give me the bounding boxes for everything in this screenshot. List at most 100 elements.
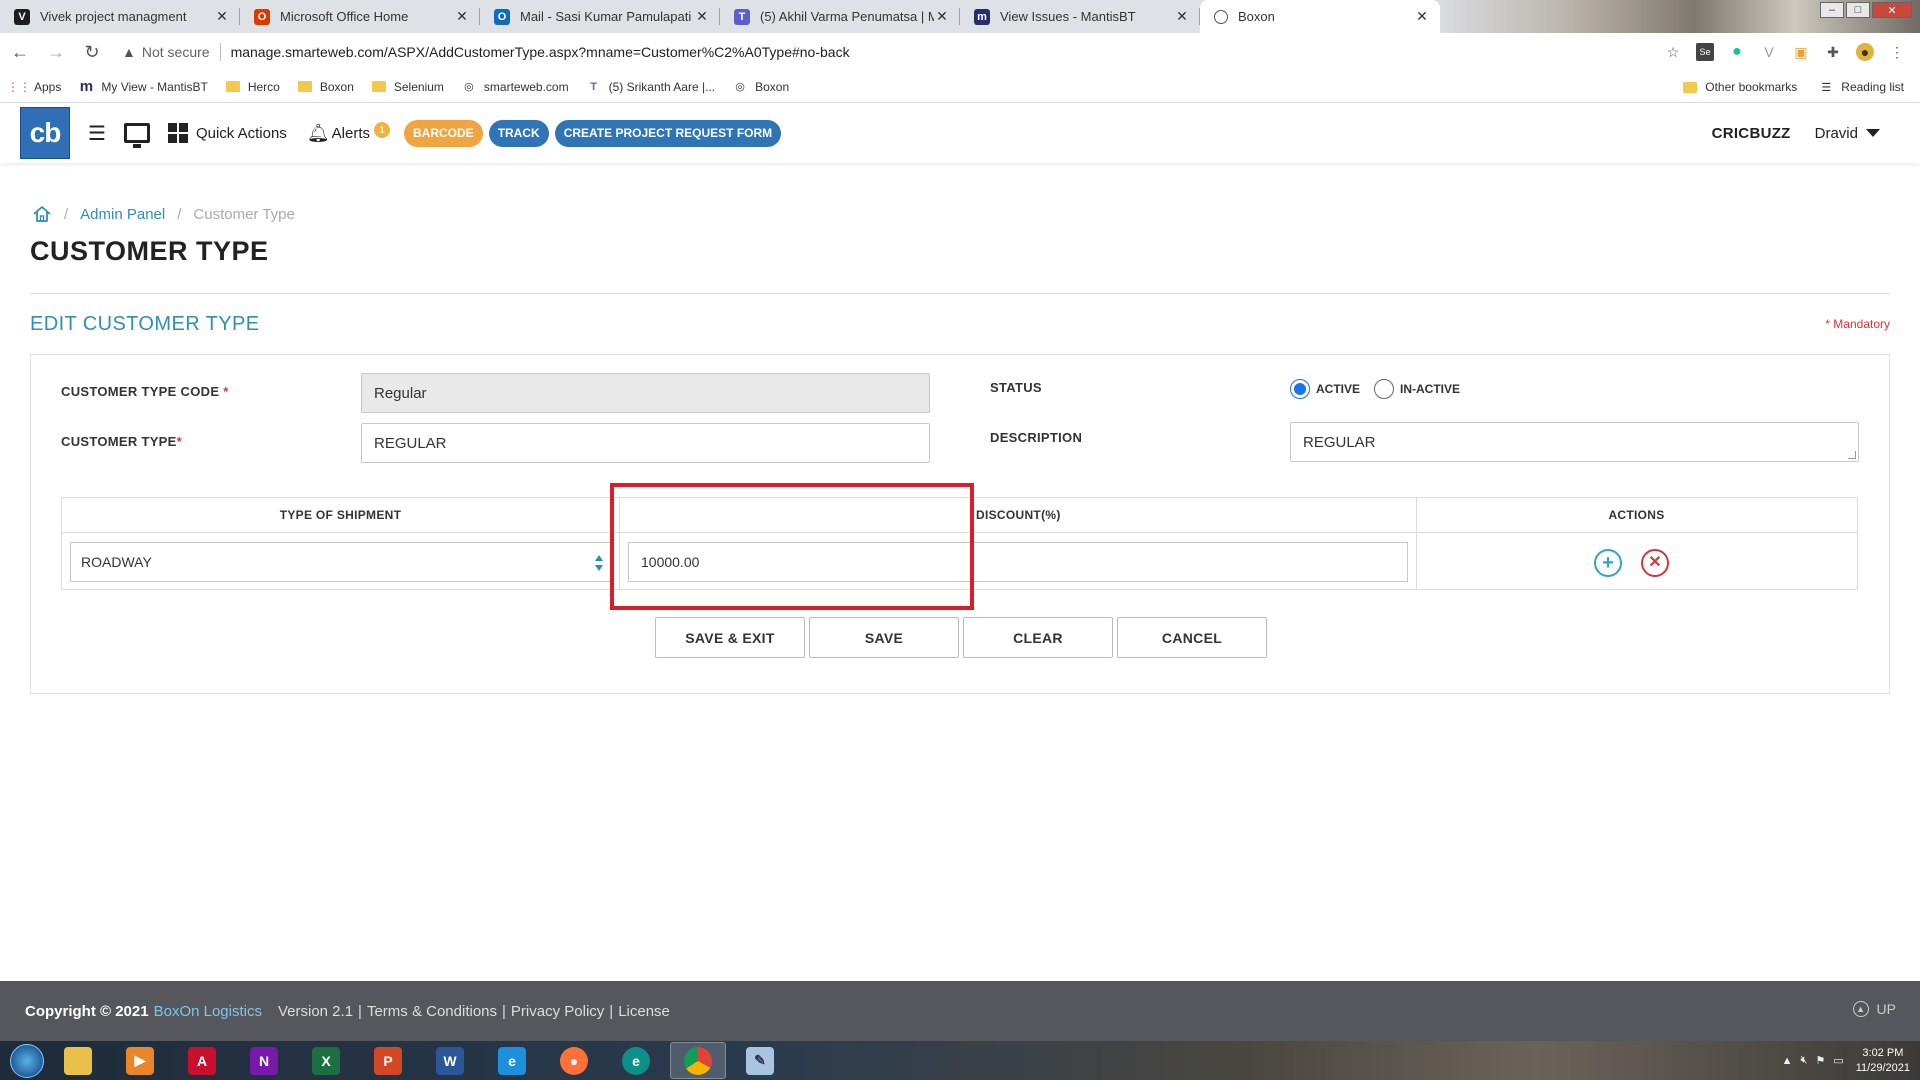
customer-type-label: CUSTOMER TYPE* bbox=[61, 434, 182, 449]
taskbar-powerpoint[interactable]: P bbox=[360, 1042, 416, 1079]
extension-off-icon[interactable]: ▣ bbox=[1792, 43, 1810, 61]
omnibox[interactable]: ▲ Not secure manage.smarteweb.com/ASPX/A… bbox=[116, 37, 1664, 67]
taskbar-chrome[interactable] bbox=[670, 1042, 726, 1079]
bookmark-apps[interactable]: ⋮⋮ Apps bbox=[7, 80, 61, 94]
add-row-plus-icon[interactable]: + bbox=[1594, 549, 1622, 577]
select-arrows-icon bbox=[595, 555, 603, 571]
reading-list[interactable]: ☰ Reading list bbox=[1819, 80, 1904, 94]
bookmark-srikanth[interactable]: T (5) Srikanth Aare |... bbox=[587, 80, 715, 94]
home-icon[interactable] bbox=[32, 204, 52, 224]
monitor-icon[interactable] bbox=[123, 123, 150, 148]
extension-v-icon[interactable]: V bbox=[1760, 43, 1778, 61]
taskbar-explorer[interactable] bbox=[50, 1042, 106, 1079]
volume-muted-icon[interactable]: 🔇︎ bbox=[1801, 1054, 1808, 1067]
teams-favicon-icon: T bbox=[734, 8, 750, 25]
taskbar-firefox[interactable]: ● bbox=[546, 1042, 602, 1079]
extension-selenium-icon[interactable]: Se bbox=[1696, 43, 1714, 61]
clear-button[interactable]: CLEAR bbox=[963, 617, 1113, 658]
browser-menu-icon[interactable]: ⋮ bbox=[1888, 43, 1906, 61]
taskbar-word[interactable]: W bbox=[422, 1042, 478, 1079]
browser-tab[interactable]: V Vivek project managment ✕ bbox=[0, 0, 240, 33]
back-arrow-icon[interactable]: ← bbox=[4, 36, 36, 68]
maximize-icon[interactable]: □ bbox=[1846, 2, 1870, 18]
omnibox-divider bbox=[219, 43, 221, 61]
status-inactive-option[interactable]: IN-ACTIVE bbox=[1374, 379, 1460, 399]
browser-tab[interactable]: O Microsoft Office Home ✕ bbox=[240, 0, 480, 33]
network-icon[interactable]: ▭ bbox=[1833, 1054, 1843, 1067]
start-button[interactable] bbox=[10, 1043, 44, 1078]
tab-close-icon[interactable]: ✕ bbox=[454, 8, 470, 25]
create-project-request-button[interactable]: CREATE PROJECT REQUEST FORM bbox=[554, 119, 782, 147]
taskbar-paint[interactable]: ✎ bbox=[732, 1042, 788, 1079]
app-logo[interactable]: cb bbox=[20, 107, 70, 159]
license-link[interactable]: License bbox=[618, 1003, 670, 1020]
hamburger-menu-icon[interactable]: ☰ bbox=[88, 121, 106, 146]
minimize-icon[interactable]: – bbox=[1820, 2, 1844, 18]
barcode-button[interactable]: BARCODE bbox=[404, 119, 483, 147]
globe-icon: ◎ bbox=[464, 81, 474, 93]
remove-row-x-icon[interactable]: ✕ bbox=[1641, 549, 1669, 577]
footer-brand-link[interactable]: BoxOn Logistics bbox=[154, 1003, 262, 1020]
taskbar-acrobat[interactable]: A bbox=[174, 1042, 230, 1079]
grammarly-icon[interactable]: ● bbox=[1728, 43, 1746, 61]
bookmark-herco[interactable]: Herco bbox=[225, 80, 280, 94]
profile-avatar-icon[interactable]: ● bbox=[1856, 43, 1874, 61]
action-center-flag-icon[interactable]: ⚑ bbox=[1815, 1054, 1825, 1067]
bookmark-smarteweb[interactable]: ◎ smarteweb.com bbox=[462, 80, 569, 94]
reload-icon[interactable]: ↻ bbox=[76, 36, 108, 68]
user-menu[interactable]: Dravid bbox=[1815, 125, 1880, 142]
tray-expand-icon[interactable]: ▲ bbox=[1782, 1055, 1793, 1067]
browser-tab[interactable]: m View Issues - MantisBT ✕ bbox=[960, 0, 1200, 33]
footer-version: Version 2.1 bbox=[277, 1002, 354, 1020]
tab-close-icon[interactable]: ✕ bbox=[214, 8, 230, 25]
bookmark-star-icon[interactable]: ☆ bbox=[1664, 43, 1682, 61]
taskbar-media[interactable]: ▶ bbox=[112, 1042, 168, 1079]
address-bar: ← → ↻ ▲ Not secure manage.smarteweb.com/… bbox=[0, 33, 1920, 71]
tab-close-icon[interactable]: ✕ bbox=[694, 8, 710, 25]
save-exit-button[interactable]: SAVE & EXIT bbox=[655, 617, 805, 658]
url-text[interactable]: manage.smarteweb.com/ASPX/AddCustomerTyp… bbox=[231, 44, 850, 60]
resize-handle-icon[interactable] bbox=[1848, 451, 1856, 459]
alerts-button[interactable]: 🔔︎ Alerts 1 bbox=[307, 122, 391, 144]
tab-close-icon[interactable]: ✕ bbox=[1414, 8, 1430, 25]
browser-tab-active[interactable]: Boxon ✕ bbox=[1200, 0, 1440, 33]
taskbar-clock[interactable]: 3:02 PM 11/29/2021 bbox=[1856, 1046, 1910, 1076]
tab-close-icon[interactable]: ✕ bbox=[934, 8, 950, 25]
taskbar-excel[interactable]: X bbox=[298, 1042, 354, 1079]
bookmark-selenium[interactable]: Selenium bbox=[371, 80, 444, 94]
vivek-favicon-icon: V bbox=[14, 8, 30, 25]
customer-type-input[interactable]: REGULAR bbox=[361, 423, 930, 463]
track-button[interactable]: TRACK bbox=[488, 119, 549, 147]
window-close-icon[interactable]: ✕ bbox=[1872, 2, 1912, 18]
description-textarea[interactable]: REGULAR bbox=[1290, 422, 1859, 462]
radio-button[interactable] bbox=[1374, 379, 1395, 399]
forward-arrow-icon[interactable]: → bbox=[40, 36, 72, 68]
warning-triangle-icon[interactable]: ▲ bbox=[122, 44, 136, 60]
quick-actions-button[interactable]: Quick Actions bbox=[167, 123, 287, 143]
save-button[interactable]: SAVE bbox=[809, 617, 959, 658]
taskbar-onenote[interactable]: N bbox=[236, 1042, 292, 1079]
bookmark-boxon-folder[interactable]: Boxon bbox=[297, 80, 354, 94]
breadcrumb-separator: / bbox=[64, 205, 69, 223]
header-right: CRICBUZZ Dravid bbox=[1712, 103, 1880, 163]
taskbar-edge[interactable]: e bbox=[608, 1042, 664, 1079]
shipment-type-select[interactable]: ROADWAY bbox=[70, 542, 612, 582]
terms-link[interactable]: Terms & Conditions bbox=[367, 1003, 497, 1020]
extensions-puzzle-icon[interactable]: ✚ bbox=[1824, 43, 1842, 61]
privacy-link[interactable]: Privacy Policy bbox=[511, 1003, 604, 1020]
browser-tab[interactable]: O Mail - Sasi Kumar Pamulapati - O ✕ bbox=[480, 0, 720, 33]
taskbar-ie[interactable]: e bbox=[484, 1042, 540, 1079]
status-active-option[interactable]: ACTIVE bbox=[1290, 379, 1360, 399]
scroll-up-button[interactable]: ▲ UP bbox=[1852, 1001, 1896, 1017]
cancel-button[interactable]: CANCEL bbox=[1117, 617, 1267, 658]
word-icon: W bbox=[436, 1046, 464, 1075]
other-bookmarks[interactable]: Other bookmarks bbox=[1683, 80, 1797, 94]
teams-icon: T bbox=[590, 80, 597, 93]
tab-close-icon[interactable]: ✕ bbox=[1174, 8, 1190, 25]
radio-button-checked[interactable] bbox=[1290, 379, 1310, 399]
breadcrumb-admin-panel[interactable]: Admin Panel bbox=[80, 206, 165, 223]
bookmark-mantis[interactable]: m My View - MantisBT bbox=[79, 78, 208, 95]
browser-tab[interactable]: T (5) Akhil Varma Penumatsa | Micr ✕ bbox=[720, 0, 960, 33]
bookmark-boxon[interactable]: ◎ Boxon bbox=[733, 80, 789, 94]
customer-type-code-input[interactable]: Regular bbox=[361, 373, 930, 413]
